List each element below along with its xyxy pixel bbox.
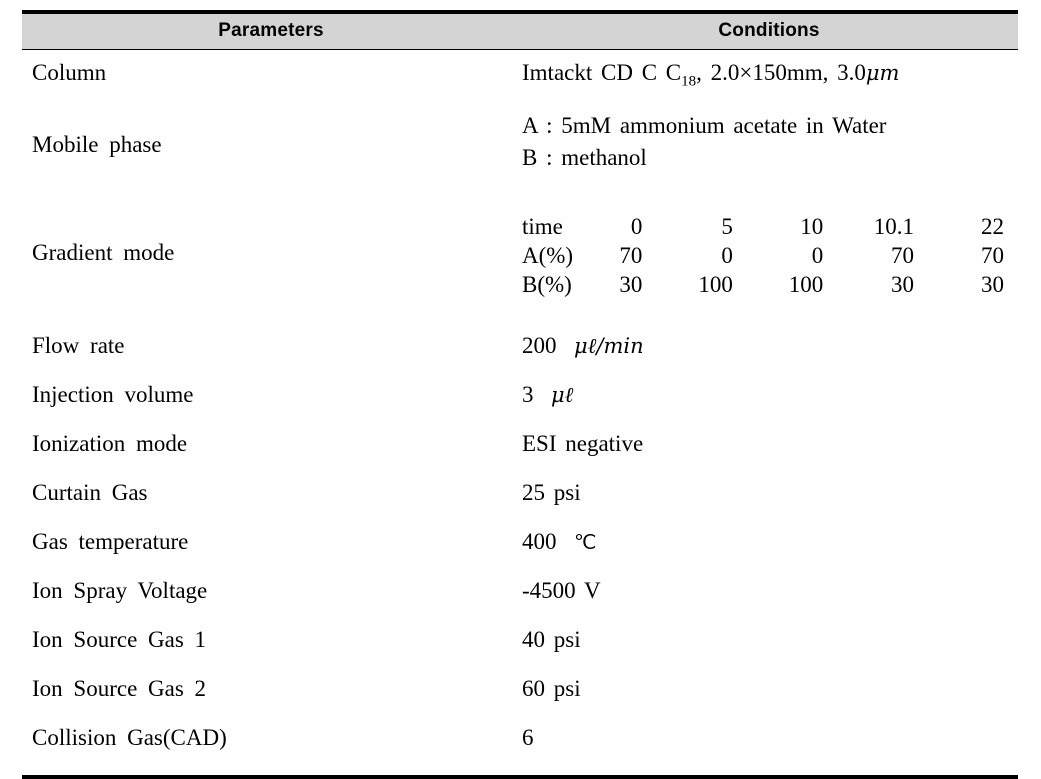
flow-rate-unit: μℓ/min xyxy=(574,334,644,358)
gradient-time-3: 10.1 xyxy=(873,214,914,239)
row-label-flow-rate: Flow rate xyxy=(32,333,125,358)
row-value-column: Imtackt CD C C18, 2.0×150mm, 3.0μm xyxy=(520,53,1018,104)
row-value-injection-volume: 3 μℓ xyxy=(520,375,1018,424)
column-value-suffix: , 2.0×150mm, 3.0 xyxy=(696,60,866,85)
injection-volume-number: 3 xyxy=(522,382,534,407)
column-header-conditions: Conditions xyxy=(520,10,1018,50)
row-label-gas-temperature: Gas temperature xyxy=(32,529,189,554)
row-value-gas-temperature: 400 ℃ xyxy=(520,522,1018,571)
table-row: Curtain Gas 25 psi xyxy=(22,473,1018,522)
column-value-prefix: Imtackt CD C C xyxy=(522,60,682,85)
table-row: Gas temperature 400 ℃ xyxy=(22,522,1018,571)
flow-rate-number: 200 xyxy=(522,333,557,358)
gradient-time-1: 5 xyxy=(721,214,733,239)
gradient-b-3: 30 xyxy=(890,272,914,297)
column-header-parameters: Parameters xyxy=(22,10,520,50)
gradient-a-1: 0 xyxy=(721,243,733,268)
gradient-row-label-b: B(%) xyxy=(522,272,572,297)
table-row: Injection volume 3 μℓ xyxy=(22,375,1018,424)
parameters-table-container: Parameters Conditions Column Imtackt CD … xyxy=(22,10,1018,779)
gradient-row-a-percent: A(%) 70 0 0 70 70 xyxy=(522,241,1018,270)
mobile-phase-line-b: B : methanol xyxy=(522,145,647,170)
table-row: Collision Gas(CAD) 6 xyxy=(22,718,1018,779)
row-label-injection-volume: Injection volume xyxy=(32,382,194,407)
row-value-flow-rate: 200 μℓ/min xyxy=(520,326,1018,375)
table-head: Parameters Conditions xyxy=(22,10,1018,53)
table-row: Gradient mode time 0 5 10 10.1 22 A(%) 7… xyxy=(22,208,1018,326)
injection-volume-unit: μℓ xyxy=(551,383,574,407)
row-value-collision-gas-cad: 6 xyxy=(520,718,1018,779)
parameters-conditions-table: Parameters Conditions Column Imtackt CD … xyxy=(22,10,1018,779)
gas-temperature-number: 400 xyxy=(522,529,557,554)
row-label-ion-source-gas-2: Ion Source Gas 2 xyxy=(32,676,207,701)
table-row: Mobile phase A : 5mM ammonium acetate in… xyxy=(22,104,1018,208)
row-value-ion-source-gas-2: 60 psi xyxy=(522,676,581,701)
table-row: Ion Spray Voltage -4500 V xyxy=(22,571,1018,620)
row-value-curtain-gas: 25 psi xyxy=(522,480,581,505)
row-value-gradient-mode: time 0 5 10 10.1 22 A(%) 70 0 0 70 70 B(… xyxy=(520,208,1018,326)
row-label-ion-source-gas-1: Ion Source Gas 1 xyxy=(32,627,207,652)
gradient-a-0: 70 xyxy=(619,243,643,268)
row-label-curtain-gas: Curtain Gas xyxy=(32,480,148,505)
table-row: Ion Source Gas 1 40 psi xyxy=(22,620,1018,669)
gradient-program-grid: time 0 5 10 10.1 22 A(%) 70 0 0 70 70 B(… xyxy=(522,212,1018,299)
gradient-a-4: 70 xyxy=(981,243,1004,268)
gradient-a-3: 70 xyxy=(890,243,914,268)
row-label-collision-gas-cad: Collision Gas(CAD) xyxy=(22,718,520,779)
row-label-gradient-mode: Gradient mode xyxy=(32,240,175,265)
row-value-mobile-phase: A : 5mM ammonium acetate in Water B : me… xyxy=(520,104,1018,208)
gradient-a-2: 0 xyxy=(811,243,824,268)
table-body: Column Imtackt CD C C18, 2.0×150mm, 3.0μ… xyxy=(22,53,1018,779)
row-label-mobile-phase: Mobile phase xyxy=(32,132,162,157)
gradient-time-2: 10 xyxy=(800,214,824,239)
table-row: Flow rate 200 μℓ/min xyxy=(22,326,1018,375)
column-value-subscript: 18 xyxy=(681,73,697,90)
gradient-time-4: 22 xyxy=(981,214,1004,239)
gradient-b-0: 30 xyxy=(619,272,643,297)
gradient-b-1: 100 xyxy=(698,272,733,297)
row-value-ionization-mode: ESI negative xyxy=(522,431,644,456)
gas-temperature-unit: ℃ xyxy=(574,532,596,554)
gradient-row-label-a: A(%) xyxy=(522,243,574,268)
gradient-b-4: 30 xyxy=(981,272,1004,297)
table-row: Ionization mode ESI negative xyxy=(22,424,1018,473)
table-header-row: Parameters Conditions xyxy=(22,10,1018,50)
mobile-phase-line-a: A : 5mM ammonium acetate in Water xyxy=(522,113,887,138)
gradient-row-b-percent: B(%) 30 100 100 30 30 xyxy=(522,270,1018,299)
table-row: Ion Source Gas 2 60 psi xyxy=(22,669,1018,718)
gradient-time-0: 0 xyxy=(630,214,643,239)
row-value-ion-spray-voltage: -4500 V xyxy=(522,578,601,603)
gradient-row-label-time: time xyxy=(522,214,563,239)
table-row: Column Imtackt CD C C18, 2.0×150mm, 3.0μ… xyxy=(22,53,1018,104)
gradient-b-2: 100 xyxy=(788,272,824,297)
gradient-row-time: time 0 5 10 10.1 22 xyxy=(522,212,1018,241)
row-label-ion-spray-voltage: Ion Spray Voltage xyxy=(32,578,208,603)
row-label-column: Column xyxy=(32,60,107,85)
row-value-ion-source-gas-1: 40 psi xyxy=(522,627,581,652)
column-value-unit: μm xyxy=(865,61,900,85)
row-label-ionization-mode: Ionization mode xyxy=(32,431,188,456)
